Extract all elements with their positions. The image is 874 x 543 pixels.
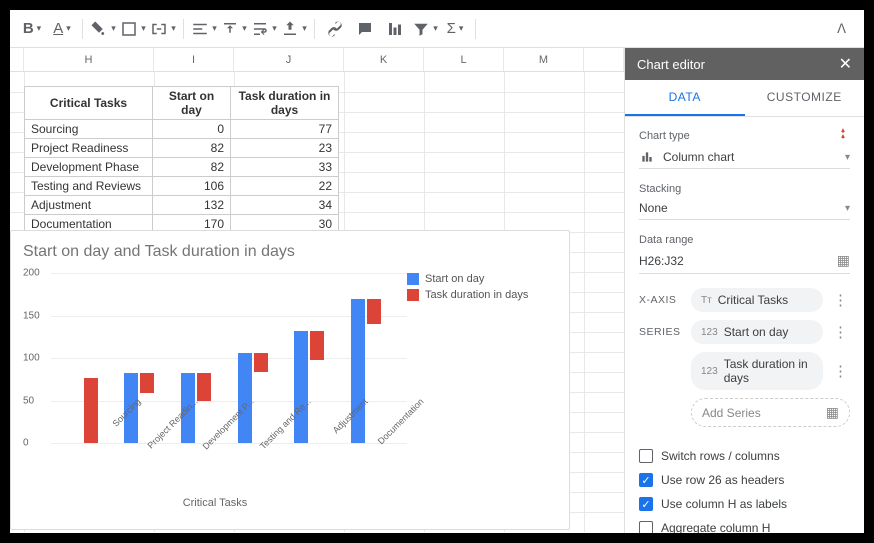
column-chart-icon xyxy=(639,150,655,164)
xaxis-label: X-AXIS xyxy=(639,294,683,306)
chart-plot: 050100150200SourcingProject Readin...Dev… xyxy=(23,267,407,497)
bold-icon[interactable]: B xyxy=(18,15,46,43)
stacking-label: Stacking xyxy=(639,183,850,195)
col-header[interactable]: K xyxy=(344,48,424,71)
text-type-icon: Tᴛ xyxy=(701,295,712,306)
link-icon[interactable] xyxy=(321,15,349,43)
series-chip[interactable]: 123 Start on day xyxy=(691,320,823,344)
tab-customize[interactable]: CUSTOMIZE xyxy=(745,80,865,116)
panel-title: Chart editor xyxy=(637,57,705,72)
fill-color-icon[interactable] xyxy=(89,15,117,43)
comment-icon[interactable] xyxy=(351,15,379,43)
spreadsheet-area[interactable]: H I J K L M xyxy=(10,48,624,533)
add-series-button[interactable]: Add Series ▦ xyxy=(691,398,850,427)
align-h-icon[interactable] xyxy=(190,15,218,43)
chart-editor-panel: Chart editor ✕ DATA CUSTOMIZE Chart type… xyxy=(624,48,864,533)
chart-title: Start on day and Task duration in days xyxy=(23,243,557,261)
close-icon[interactable]: ✕ xyxy=(839,54,852,74)
chart-icon[interactable] xyxy=(381,15,409,43)
col-header[interactable]: I xyxy=(154,48,234,71)
table-header[interactable]: Critical Tasks xyxy=(25,87,153,120)
filter-icon[interactable] xyxy=(411,15,439,43)
series-label: SERIES xyxy=(639,326,683,338)
chart-type-thumb-icon xyxy=(836,127,850,144)
embedded-chart[interactable]: Start on day and Task duration in days 0… xyxy=(10,230,570,530)
use-labels-checkbox[interactable]: ✓Use column H as labels xyxy=(639,497,850,511)
xaxis-chip[interactable]: Tᴛ Critical Tasks xyxy=(691,288,823,312)
table-row: Adjustment13234 xyxy=(25,196,339,215)
table-header[interactable]: Task duration in days xyxy=(231,87,339,120)
table-row: Sourcing077 xyxy=(25,120,339,139)
chart-type-label: Chart type xyxy=(639,130,690,142)
data-table[interactable]: Critical Tasks Start on day Task duratio… xyxy=(24,86,339,234)
kebab-icon[interactable]: ⋮ xyxy=(831,364,850,379)
use-headers-checkbox[interactable]: ✓Use row 26 as headers xyxy=(639,473,850,487)
stacking-select[interactable]: None ▾ xyxy=(639,199,850,220)
align-v-icon[interactable] xyxy=(220,15,248,43)
toolbar: B A Σ ᐱ xyxy=(10,10,864,48)
aggregate-checkbox[interactable]: Aggregate column H xyxy=(639,521,850,533)
chart-legend: Start on day Task duration in days xyxy=(407,267,557,497)
text-color-icon[interactable]: A xyxy=(48,15,76,43)
grid-select-icon[interactable]: ▦ xyxy=(837,252,850,269)
col-header[interactable]: M xyxy=(504,48,584,71)
wrap-icon[interactable] xyxy=(250,15,278,43)
merge-icon[interactable] xyxy=(149,15,177,43)
col-header[interactable]: L xyxy=(424,48,504,71)
number-type-icon: 123 xyxy=(701,366,718,377)
kebab-icon[interactable]: ⋮ xyxy=(831,293,850,308)
data-range-label: Data range xyxy=(639,234,850,246)
toolbar-collapse-icon[interactable]: ᐱ xyxy=(827,17,856,41)
table-header[interactable]: Start on day xyxy=(153,87,231,120)
functions-icon[interactable]: Σ xyxy=(441,15,469,43)
rotate-icon[interactable] xyxy=(280,15,308,43)
chart-type-select[interactable]: Column chart ▾ xyxy=(639,148,850,169)
table-row: Project Readiness8223 xyxy=(25,139,339,158)
kebab-icon[interactable]: ⋮ xyxy=(831,325,850,340)
borders-icon[interactable] xyxy=(119,15,147,43)
col-header[interactable]: J xyxy=(234,48,344,71)
number-type-icon: 123 xyxy=(701,327,718,338)
data-range-input[interactable]: H26:J32 xyxy=(639,254,829,268)
panel-header: Chart editor ✕ xyxy=(625,48,864,80)
table-row: Testing and Reviews10622 xyxy=(25,177,339,196)
switch-rows-checkbox[interactable]: Switch rows / columns xyxy=(639,449,850,463)
col-header[interactable]: H xyxy=(24,48,154,71)
grid-select-icon: ▦ xyxy=(826,404,839,421)
tab-data[interactable]: DATA xyxy=(625,80,745,116)
table-row: Development Phase8233 xyxy=(25,158,339,177)
series-chip[interactable]: 123 Task duration in days xyxy=(691,352,823,390)
